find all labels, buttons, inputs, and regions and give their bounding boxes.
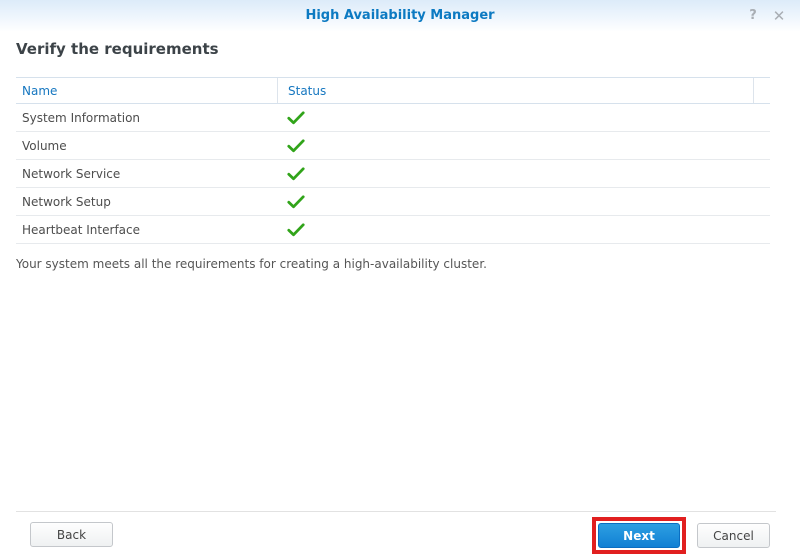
back-button[interactable]: Back [30, 522, 113, 547]
cancel-button[interactable]: Cancel [697, 523, 770, 548]
table-row: Network Service [16, 160, 770, 188]
table-row: Network Setup [16, 188, 770, 216]
close-icon[interactable]: ✕ [770, 7, 788, 25]
requirement-status [277, 166, 770, 181]
check-icon [287, 222, 305, 237]
table-row: System Information [16, 104, 770, 132]
requirements-rows: System Information Volume Network Servic… [16, 104, 770, 244]
window-title: High Availability Manager [305, 8, 495, 23]
check-icon [287, 194, 305, 209]
requirement-status [277, 222, 770, 237]
table-row: Heartbeat Interface [16, 216, 770, 244]
requirement-status [277, 138, 770, 153]
titlebar: High Availability Manager ? ✕ [0, 0, 800, 32]
table-row: Volume [16, 132, 770, 160]
help-icon[interactable]: ? [744, 7, 762, 25]
requirement-name: Network Setup [22, 194, 111, 209]
check-icon [287, 166, 305, 181]
column-header-spacer [753, 78, 770, 103]
requirement-name: Network Service [22, 166, 121, 181]
column-header-name[interactable]: Name [16, 78, 277, 103]
requirement-name: Heartbeat Interface [22, 222, 140, 237]
check-icon [287, 138, 305, 153]
result-message: Your system meets all the requirements f… [16, 257, 487, 271]
table-header: Name Status [16, 77, 770, 104]
check-icon [287, 110, 305, 125]
page-title: Verify the requirements [16, 40, 219, 58]
requirement-status [277, 194, 770, 209]
footer-divider [16, 511, 776, 512]
requirements-table: Name Status System Information Volume Ne… [16, 77, 770, 244]
requirement-name: Volume [22, 138, 67, 153]
requirement-name: System Information [22, 110, 141, 125]
column-header-status[interactable]: Status [277, 78, 753, 103]
requirement-status [277, 110, 770, 125]
next-button[interactable]: Next [598, 523, 680, 548]
